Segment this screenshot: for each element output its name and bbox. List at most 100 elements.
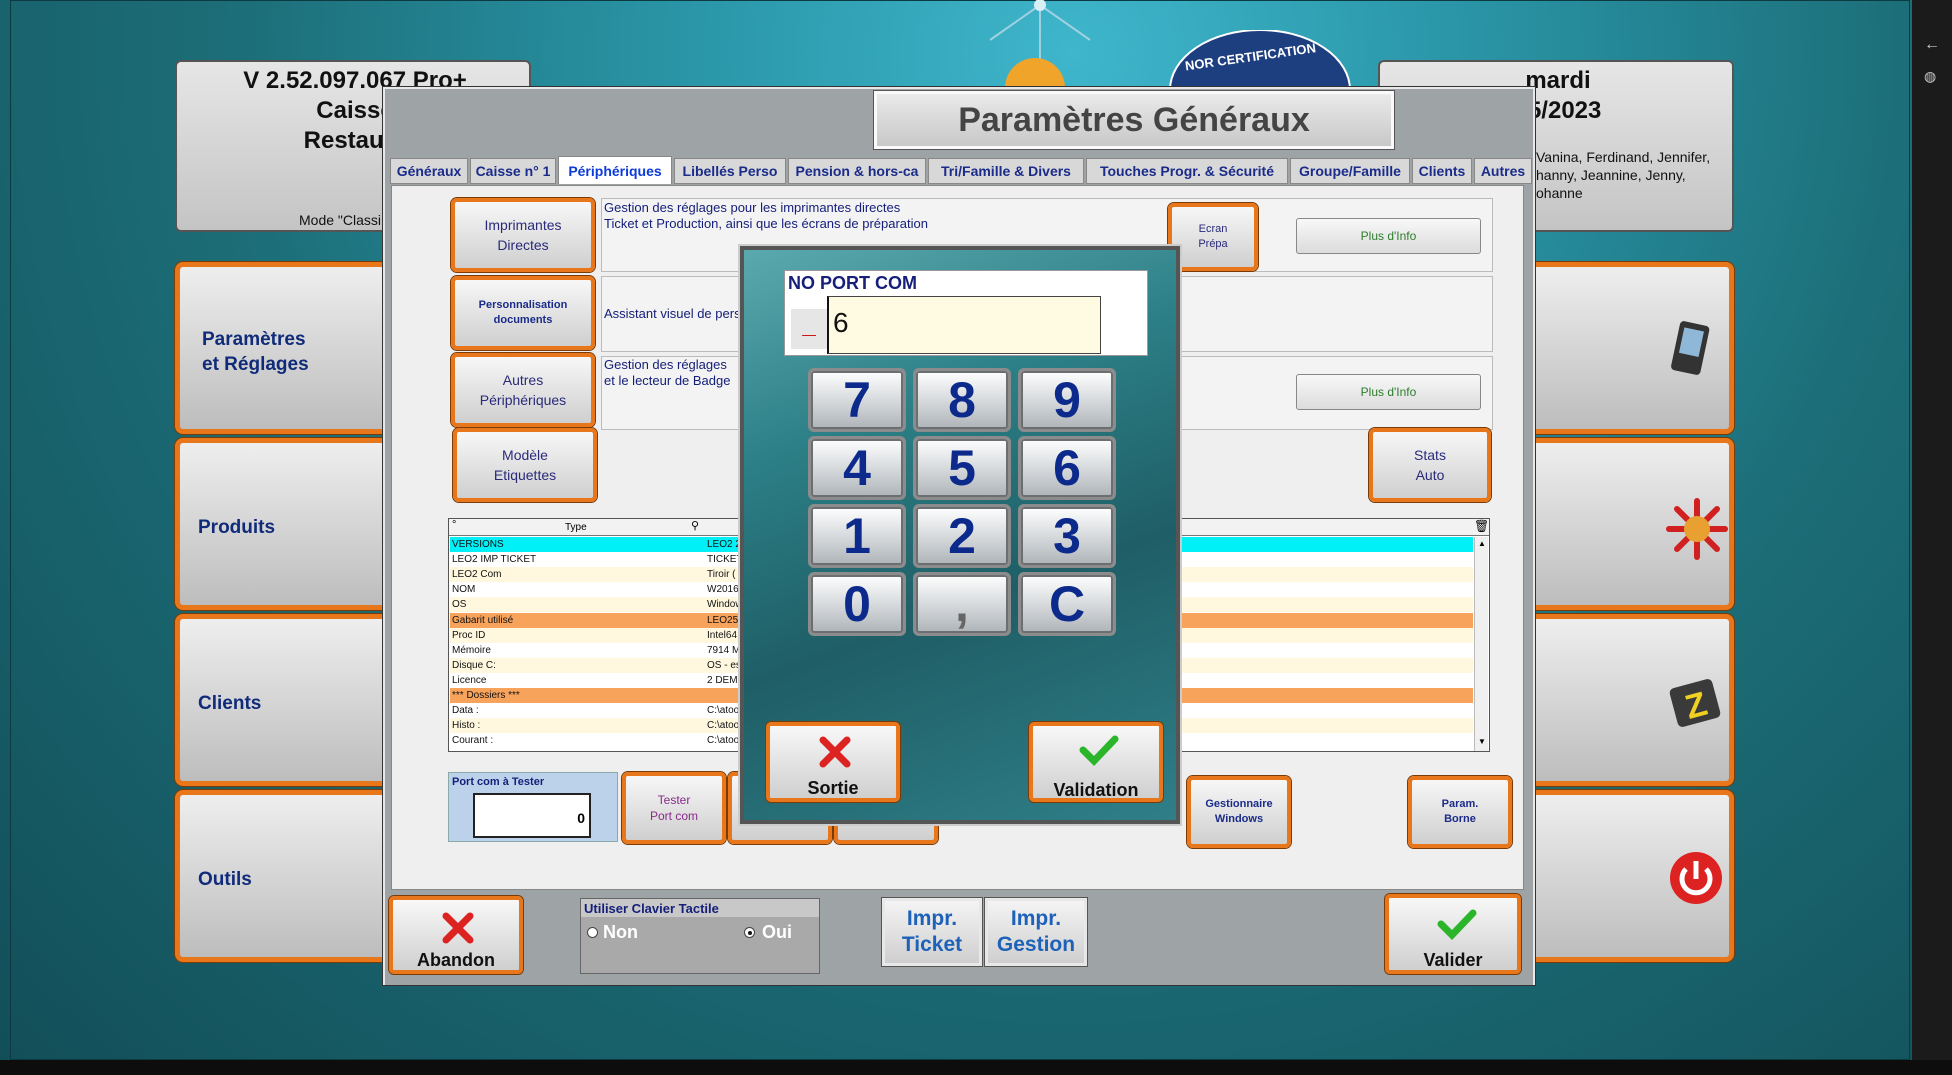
key-clear[interactable]: C xyxy=(1018,572,1116,636)
key-8[interactable]: 8 xyxy=(913,368,1011,432)
row-type-cell: Licence xyxy=(452,674,487,686)
menu-outils-right-button[interactable] xyxy=(1520,790,1734,962)
row-value-cell: LEO250 xyxy=(707,614,744,626)
tab-touches-progr[interactable]: Touches Progr. & Sécurité xyxy=(1086,158,1288,184)
numpad-value-input[interactable]: 6 xyxy=(827,296,1101,354)
row-value-cell: TICKET xyxy=(707,554,743,566)
impr-ticket-label-2: Ticket xyxy=(901,933,963,956)
sortie-button[interactable]: Sortie xyxy=(766,722,900,802)
trash-icon[interactable]: 🗑 xyxy=(1474,519,1489,533)
key-3[interactable]: 3 xyxy=(1018,504,1116,568)
row-type-cell: Disque C: xyxy=(452,659,496,671)
sortie-label: Sortie xyxy=(807,778,859,798)
validation-button[interactable]: Validation xyxy=(1029,722,1163,802)
impr-gestion-button[interactable]: Impr. Gestion xyxy=(985,898,1087,966)
tab-clients[interactable]: Clients xyxy=(1412,158,1472,184)
close-icon xyxy=(442,912,474,944)
row-value-cell: Intel64 I xyxy=(707,629,743,641)
radio-oui-label: Oui xyxy=(762,922,792,942)
valider-button[interactable]: Valider xyxy=(1385,894,1521,974)
tester-port-com-button[interactable]: Tester Port com xyxy=(622,772,726,844)
menu-parametres-right-button[interactable] xyxy=(1520,262,1734,434)
row-value-cell: Tiroir ( xyxy=(707,569,736,581)
tab-generaux[interactable]: Généraux xyxy=(390,158,468,184)
key-5[interactable]: 5 xyxy=(913,436,1011,500)
row-value-cell: W2016- xyxy=(707,584,743,596)
tab-libelles-perso[interactable]: Libellés Perso xyxy=(674,158,786,184)
key-1[interactable]: 1 xyxy=(808,504,906,568)
imprimantes-description: Gestion des réglages pour les imprimante… xyxy=(604,200,928,231)
key-comma[interactable]: , xyxy=(913,572,1011,636)
menu-parametres-button[interactable]: Paramètres et Réglages xyxy=(175,262,395,434)
menu-clients-button[interactable]: Clients xyxy=(175,614,395,786)
taskbar-strip xyxy=(0,1060,1952,1075)
radio-non[interactable] xyxy=(587,927,598,938)
key-2[interactable]: 2 xyxy=(913,504,1011,568)
key-0[interactable]: 0 xyxy=(808,572,906,636)
autres-peripheriques-button[interactable]: Autres Périphériques xyxy=(451,353,595,427)
tab-groupe-famille[interactable]: Groupe/Famille xyxy=(1290,158,1410,184)
back-arrow-icon[interactable]: ← xyxy=(1924,36,1940,54)
euro-sun-icon xyxy=(1666,498,1728,560)
personnalisation-description: Assistant visuel de pers xyxy=(604,306,741,321)
modele-etiquettes-button[interactable]: Modèle Etiquettes xyxy=(453,428,597,502)
row-type-cell: Proc ID xyxy=(452,629,486,641)
port-com-input[interactable]: 0 xyxy=(473,793,591,838)
tab-caisse[interactable]: Caisse n° 1 xyxy=(470,158,556,184)
key-4[interactable]: 4 xyxy=(808,436,906,500)
row-type-cell: NOM xyxy=(452,584,476,596)
menu-produits-label: Produits xyxy=(198,517,276,538)
row-type-cell: LEO2 IMP TICKET xyxy=(452,554,537,566)
close-icon xyxy=(819,736,851,768)
port-com-label: Port com à Tester xyxy=(452,776,545,788)
tab-tri-famille[interactable]: Tri/Famille & Divers xyxy=(928,158,1084,184)
key-9[interactable]: 9 xyxy=(1018,368,1116,432)
radio-non-label: Non xyxy=(603,922,638,942)
menu-outils-button[interactable]: Outils xyxy=(175,790,395,962)
tab-pension[interactable]: Pension & hors-ca xyxy=(788,158,926,184)
menu-parametres-label-2: et Réglages xyxy=(202,354,309,375)
gestionnaire-windows-button[interactable]: Gestionnaire Windows xyxy=(1187,776,1291,848)
menu-produits-button[interactable]: Produits xyxy=(175,438,395,610)
grid-scrollbar[interactable]: ▲ ▼ xyxy=(1474,537,1488,751)
search-icon[interactable]: ⚲ xyxy=(691,519,699,532)
numpad-dialog: NO PORT COM _ 6 7 8 9 4 5 6 1 2 3 0 , C … xyxy=(740,246,1180,824)
pda-device-icon xyxy=(1671,321,1710,375)
abandon-button[interactable]: Abandon xyxy=(389,896,523,974)
globe-icon[interactable]: ◍ xyxy=(1924,68,1936,85)
personnalisation-documents-button[interactable]: Personnalisation documents xyxy=(451,276,595,350)
browser-side-bar: ← ◍ xyxy=(1912,0,1952,1075)
row-type-cell: OS xyxy=(452,599,467,611)
imprimantes-directes-button[interactable]: Imprimantes Directes xyxy=(451,198,595,272)
tab-peripheriques[interactable]: Périphériques xyxy=(558,156,672,184)
numpad-sign[interactable]: _ xyxy=(791,309,827,349)
autres-description: Gestion des réglages et le lecteur de Ba… xyxy=(604,357,731,388)
param-borne-button[interactable]: Param. Borne xyxy=(1408,776,1512,848)
menu-clients-right-button[interactable]: Z xyxy=(1520,614,1734,786)
key-6[interactable]: 6 xyxy=(1018,436,1116,500)
grid-type-header[interactable]: Type xyxy=(565,522,587,533)
menu-parametres-label-1: Paramètres xyxy=(202,329,306,350)
row-type-cell: VERSIONS xyxy=(452,539,504,550)
radio-oui[interactable] xyxy=(744,927,755,938)
ecran-prepa-button[interactable]: Ecran Prépa xyxy=(1168,203,1258,271)
clavier-tactile-label: Utiliser Clavier Tactile xyxy=(581,899,819,917)
grid-sort-marker[interactable]: ° xyxy=(452,519,456,531)
scroll-down-icon[interactable]: ▼ xyxy=(1478,737,1486,746)
row-type-cell: Gabarit utilisé xyxy=(452,614,514,626)
numpad-label: NO PORT COM xyxy=(788,273,917,293)
plus-info-autres-button[interactable]: Plus d'Info xyxy=(1296,374,1481,410)
z-notebook-icon: Z xyxy=(1669,679,1721,727)
menu-outils-label: Outils xyxy=(198,869,252,890)
saints-line-3: ohanne xyxy=(1536,185,1583,201)
menu-produits-right-button[interactable] xyxy=(1520,438,1734,610)
power-icon xyxy=(1670,852,1722,904)
key-7[interactable]: 7 xyxy=(808,368,906,432)
scroll-up-icon[interactable]: ▲ xyxy=(1478,539,1486,548)
row-type-cell: LEO2 Com xyxy=(452,569,502,581)
stats-auto-button[interactable]: Stats Auto xyxy=(1369,428,1491,502)
tab-autres[interactable]: Autres xyxy=(1474,158,1532,184)
plus-info-imprimantes-button[interactable]: Plus d'Info xyxy=(1296,218,1481,254)
impr-ticket-button[interactable]: Impr. Ticket xyxy=(882,898,982,966)
row-type-cell: Mémoire xyxy=(452,644,491,656)
